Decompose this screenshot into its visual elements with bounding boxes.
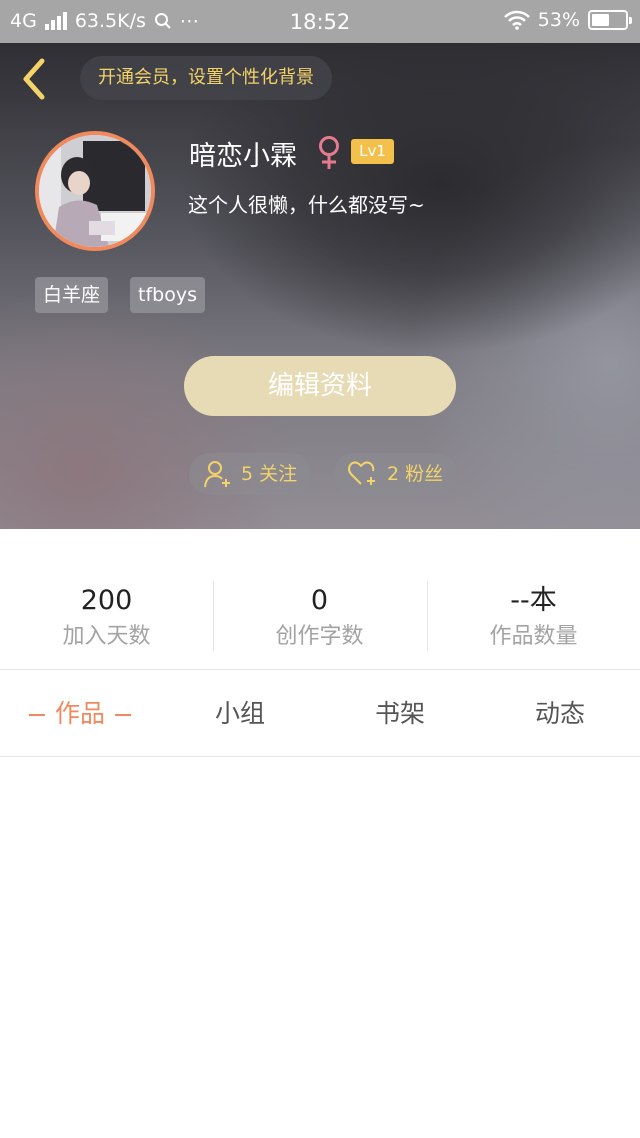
stats-row: 200 加入天数 0 创作字数 --本 作品数量 — [0, 529, 640, 670]
tab-content — [0, 758, 640, 1138]
profile-page: 4G 63.5K/s ⋯ 18:52 53% 开通会员，设置个性化背景 暗恋小霖… — [0, 0, 640, 1138]
profile-tag[interactable]: 白羊座 — [35, 277, 109, 313]
vip-background-prompt[interactable]: 开通会员，设置个性化背景 — [80, 56, 332, 100]
stat-label: 创作字数 — [275, 624, 364, 649]
heart-icon — [348, 461, 375, 485]
following-button[interactable]: 5 关注 — [189, 453, 312, 495]
user-signature: 这个人很懒，什么都没写~ — [188, 193, 425, 217]
tab-indicator — [115, 714, 131, 716]
stat-word-count: 0 创作字数 — [213, 581, 426, 653]
level-badge: Lv1 — [351, 139, 394, 164]
following-label: 5 关注 — [241, 463, 298, 485]
avatar[interactable] — [35, 131, 155, 251]
tab-label: 作品 — [54, 699, 105, 728]
stat-works-count: --本 作品数量 — [427, 581, 640, 653]
wifi-icon — [503, 10, 530, 30]
status-bar: 4G 63.5K/s ⋯ 18:52 53% — [0, 0, 640, 43]
profile-header: 开通会员，设置个性化背景 暗恋小霖 Lv1 这个人很懒，什么都没写~ 白羊座 t… — [0, 43, 640, 529]
tab-bookshelf[interactable]: 书架 — [320, 671, 480, 757]
tab-label: 书架 — [374, 699, 425, 728]
profile-tag[interactable]: tfboys — [130, 277, 205, 313]
female-icon — [319, 136, 339, 169]
stat-label: 加入天数 — [62, 624, 151, 649]
edit-profile-button[interactable]: 编辑资料 — [184, 356, 456, 416]
tab-groups[interactable]: 小组 — [160, 671, 320, 757]
add-user-icon — [204, 461, 230, 488]
battery-level — [592, 14, 609, 26]
avatar-image — [39, 135, 151, 247]
tab-bar: 作品 小组 书架 动态 — [0, 671, 640, 757]
stat-value: 200 — [80, 585, 133, 616]
fans-label: 2 粉丝 — [387, 463, 444, 485]
stat-value: 0 — [310, 585, 329, 616]
tab-works[interactable]: 作品 — [0, 671, 160, 757]
username: 暗恋小霖 — [189, 141, 297, 172]
battery-text: 53% — [537, 9, 580, 31]
stat-join-days: 200 加入天数 — [0, 581, 213, 653]
tab-activity[interactable]: 动态 — [480, 671, 640, 757]
tab-label: 小组 — [214, 699, 265, 728]
stat-label: 作品数量 — [489, 624, 578, 649]
fans-button[interactable]: 2 粉丝 — [333, 453, 458, 495]
stat-value: --本 — [510, 585, 557, 616]
battery-icon — [588, 10, 632, 30]
chevron-left-icon[interactable] — [16, 57, 56, 101]
tab-label: 动态 — [534, 699, 585, 728]
tab-indicator — [28, 714, 45, 716]
status-right: 53% — [503, 9, 632, 31]
